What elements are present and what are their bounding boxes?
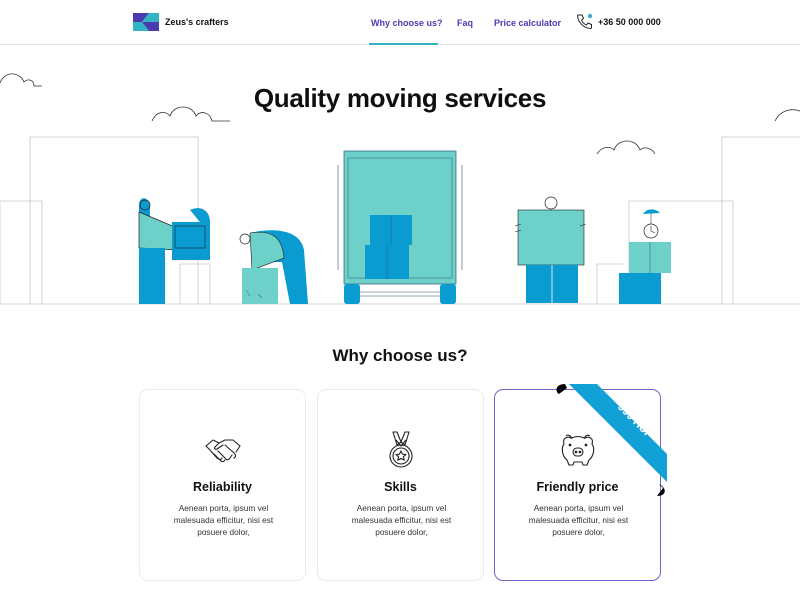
box-stack [619,209,671,304]
card-description: Aenean porta, ipsum vel malesuada effici… [351,503,452,537]
logo-icon [133,13,159,31]
phone-number: +36 50 000 000 [598,16,661,27]
brand-name: Zeus's crafters [165,17,229,27]
phone-icon [576,13,593,30]
card-title: Reliability [192,480,253,494]
mover-right [514,196,587,303]
active-nav-indicator [369,43,438,45]
nav-price-calculator[interactable]: Price calculator [494,18,561,28]
site-header: Zeus's crafters Why choose us? Faq Price… [0,0,800,45]
moving-truck [337,150,463,304]
nav-why-choose-us[interactable]: Why choose us? [371,18,443,28]
logo[interactable]: Zeus's crafters [133,13,229,31]
phone-contact[interactable]: +36 50 000 000 [576,13,661,30]
feature-card-skills[interactable]: Skills Aenean porta, ipsum vel malesuada… [317,389,484,581]
card-description: Aenean porta, ipsum vel malesuada effici… [173,503,274,537]
nav-faq[interactable]: Faq [457,18,473,28]
feature-card-reliability[interactable]: Reliability Aenean porta, ipsum vel male… [139,389,306,581]
handshake-icon [205,439,241,463]
mover-left [138,198,210,304]
section-title: Why choose us? [332,346,468,365]
card-title: Skills [384,480,417,494]
hero-title: Quality moving services [253,83,547,113]
card-description: Aenean porta, ipsum vel malesuada effici… [528,503,629,537]
mover-bending [239,230,308,304]
medal-icon [389,431,413,468]
